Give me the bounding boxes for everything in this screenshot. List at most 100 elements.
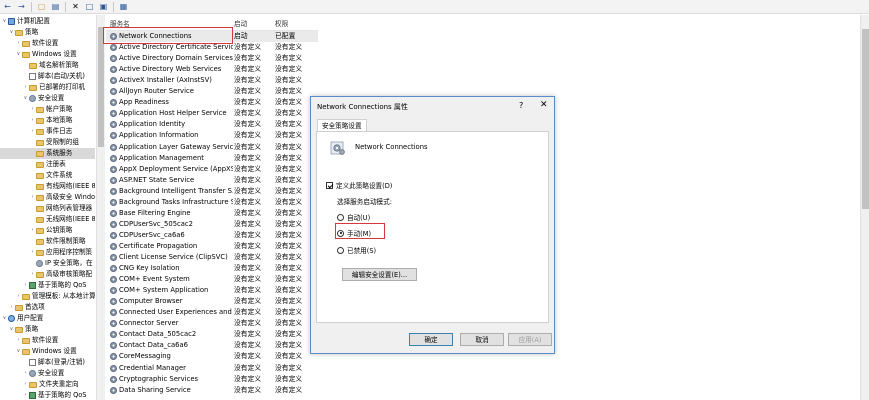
column-header-permission[interactable]: 权限 xyxy=(275,18,288,28)
tree-scrollbar[interactable] xyxy=(96,15,105,400)
expanded-arrow-icon[interactable]: ∨ xyxy=(15,346,22,357)
delete-icon[interactable]: ✕ xyxy=(70,2,81,12)
tree-item[interactable]: 无线网络(IEEE 8 xyxy=(0,214,95,225)
tree-item[interactable]: ∨ 策略 xyxy=(0,27,95,38)
properties-icon[interactable]: □ xyxy=(84,2,95,12)
service-row[interactable]: CoreMessaging 没有定义 没有定义 xyxy=(106,351,318,362)
tree-item[interactable]: › 事件日志 xyxy=(0,126,95,137)
checkbox-checked-icon[interactable] xyxy=(326,181,333,189)
view-icon[interactable]: ▦ xyxy=(118,2,129,12)
tree-item[interactable]: ∨ 用户配置 xyxy=(0,313,95,324)
expanded-arrow-icon[interactable]: ∨ xyxy=(8,324,15,335)
collapsed-arrow-icon[interactable]: › xyxy=(22,82,29,93)
edit-security-button[interactable]: 编辑安全设置(E)... xyxy=(342,268,417,281)
tree-item[interactable]: IP 安全策略，在 xyxy=(0,258,95,269)
back-arrow-icon[interactable]: ← xyxy=(2,2,13,12)
tree-item[interactable]: › 应用程序控制策 xyxy=(0,247,95,258)
service-row[interactable]: Active Directory Domain Services 没有定义 没有定义 xyxy=(106,53,318,64)
expanded-arrow-icon[interactable]: ∨ xyxy=(8,27,15,38)
cancel-button[interactable]: 取消 xyxy=(460,333,504,346)
tree-item[interactable]: 软件限制策略 xyxy=(0,236,95,247)
service-row[interactable]: ASP.NET State Service 没有定义 没有定义 xyxy=(106,175,318,186)
help-button[interactable]: ? xyxy=(519,101,523,110)
tree-item[interactable]: › 基于策略的 QoS xyxy=(0,280,95,291)
tree-item[interactable]: › 基于策略的 QoS xyxy=(0,390,95,400)
service-row[interactable]: Background Tasks Infrastructure S... 没有定义… xyxy=(106,197,318,208)
list-scroll-thumb[interactable] xyxy=(862,29,869,209)
service-row[interactable]: Connected User Experiences and ... 没有定义 没有… xyxy=(106,307,318,318)
service-row[interactable]: Application Management 没有定义 没有定义 xyxy=(106,153,318,164)
tree-item[interactable]: 系统服务 xyxy=(0,148,95,159)
service-row[interactable]: Computer Browser 没有定义 没有定义 xyxy=(106,296,318,307)
tree-item[interactable]: ∨ 计算机配置 xyxy=(0,16,95,27)
define-policy-checkbox[interactable]: 定义此策略设置(D) xyxy=(326,180,392,190)
collapsed-arrow-icon[interactable]: › xyxy=(15,335,22,346)
service-row[interactable]: Background Intelligent Transfer S... 没有定义… xyxy=(106,186,318,197)
tree-item[interactable]: 脚本(启动/关机) xyxy=(0,71,95,82)
service-row[interactable]: Base Filtering Engine 没有定义 没有定义 xyxy=(106,208,318,219)
collapsed-arrow-icon[interactable]: › xyxy=(29,269,36,280)
collapsed-arrow-icon[interactable]: › xyxy=(15,38,22,49)
tree-item[interactable]: › 首选项 xyxy=(0,302,95,313)
service-row[interactable]: AllJoyn Router Service 没有定义 没有定义 xyxy=(106,86,318,97)
list-scrollbar[interactable] xyxy=(860,15,869,400)
expanded-arrow-icon[interactable]: ∨ xyxy=(1,16,8,27)
tree-item[interactable]: 网络列表管理器 xyxy=(0,203,95,214)
service-row[interactable]: Application Information 没有定义 没有定义 xyxy=(106,130,318,141)
tree-item[interactable]: 域名解析策略 xyxy=(0,60,95,71)
tree-item[interactable]: › 已部署的打印机 xyxy=(0,82,95,93)
apply-button[interactable]: 应用(A) xyxy=(508,333,552,346)
service-row[interactable]: ActiveX Installer (AxInstSV) 没有定义 没有定义 xyxy=(106,75,318,86)
service-row[interactable]: Application Layer Gateway Service 没有定义 没有定… xyxy=(106,142,318,153)
collapsed-arrow-icon[interactable]: › xyxy=(22,368,29,379)
collapsed-arrow-icon[interactable]: › xyxy=(22,280,29,291)
tree-item[interactable]: 受限制的组 xyxy=(0,137,95,148)
tree-item[interactable]: › 文件夹重定向 xyxy=(0,379,95,390)
tree-item[interactable]: › 本地策略 xyxy=(0,115,95,126)
forward-arrow-icon[interactable]: → xyxy=(16,2,27,12)
service-row[interactable]: Application Host Helper Service 没有定义 没有定义 xyxy=(106,108,318,119)
collapsed-arrow-icon[interactable]: › xyxy=(29,247,36,258)
service-row[interactable]: CNG Key Isolation 没有定义 没有定义 xyxy=(106,263,318,274)
tree-item[interactable]: 脚本(登录/注销) xyxy=(0,357,95,368)
tree-item[interactable]: › 软件设置 xyxy=(0,38,95,49)
tree-item[interactable]: ∨ 安全设置 xyxy=(0,93,95,104)
service-row[interactable]: Credential Manager 没有定义 没有定义 xyxy=(106,363,318,374)
collapsed-arrow-icon[interactable]: › xyxy=(22,390,29,400)
radio-icon[interactable] xyxy=(337,213,344,221)
column-header-startup[interactable]: 启动 xyxy=(234,18,247,28)
close-button[interactable]: ✕ xyxy=(540,100,548,110)
service-row[interactable]: Client License Service (ClipSVC) 没有定义 没有定义 xyxy=(106,252,318,263)
service-row[interactable]: Application Identity 没有定义 没有定义 xyxy=(106,119,318,130)
folder-up-icon[interactable]: ▢ xyxy=(36,2,47,12)
help-icon[interactable]: ▣ xyxy=(98,2,109,12)
tree-item[interactable]: › 安全设置 xyxy=(0,368,95,379)
service-row[interactable]: Connector Server 没有定义 没有定义 xyxy=(106,318,318,329)
service-row[interactable]: CDPUserSvc_ca6a6 没有定义 没有定义 xyxy=(106,230,318,241)
collapsed-arrow-icon[interactable]: › xyxy=(29,192,36,203)
tree-item[interactable]: 有线网络(IEEE 8 xyxy=(0,181,95,192)
service-row[interactable]: CDPUserSvc_505cac2 没有定义 没有定义 xyxy=(106,219,318,230)
tree-item[interactable]: ∨ 策略 xyxy=(0,324,95,335)
tree-item[interactable]: › 帐户策略 xyxy=(0,104,95,115)
service-row[interactable]: Certificate Propagation 没有定义 没有定义 xyxy=(106,241,318,252)
collapsed-arrow-icon[interactable]: › xyxy=(15,291,22,302)
service-row[interactable]: App Readiness 没有定义 没有定义 xyxy=(106,97,318,108)
collapsed-arrow-icon[interactable]: › xyxy=(8,302,15,313)
radio-automatic[interactable]: 自动(U) xyxy=(337,212,370,222)
tree-item[interactable]: 注册表 xyxy=(0,159,95,170)
service-row[interactable]: COM+ Event System 没有定义 没有定义 xyxy=(106,274,318,285)
collapsed-arrow-icon[interactable]: › xyxy=(29,104,36,115)
tree-item[interactable]: › 高级审核策略配 xyxy=(0,269,95,280)
tree-item[interactable]: › 公钥策略 xyxy=(0,225,95,236)
service-row[interactable]: Data Sharing Service 没有定义 没有定义 xyxy=(106,385,318,396)
service-row[interactable]: Cryptographic Services 没有定义 没有定义 xyxy=(106,374,318,385)
list-icon[interactable]: ▤ xyxy=(50,2,61,12)
tree-item[interactable]: › 高级安全 Windo xyxy=(0,192,96,203)
tree-item[interactable]: › 管理模板: 从本地计算机 xyxy=(0,291,96,302)
tree-item[interactable]: 文件系统 xyxy=(0,170,95,181)
collapsed-arrow-icon[interactable]: › xyxy=(29,126,36,137)
tree-item[interactable]: ∨ Windows 设置 xyxy=(0,346,95,357)
service-row[interactable]: Contact Data_ca6a6 没有定义 没有定义 xyxy=(106,340,318,351)
radio-disabled[interactable]: 已禁用(S) xyxy=(337,245,376,255)
